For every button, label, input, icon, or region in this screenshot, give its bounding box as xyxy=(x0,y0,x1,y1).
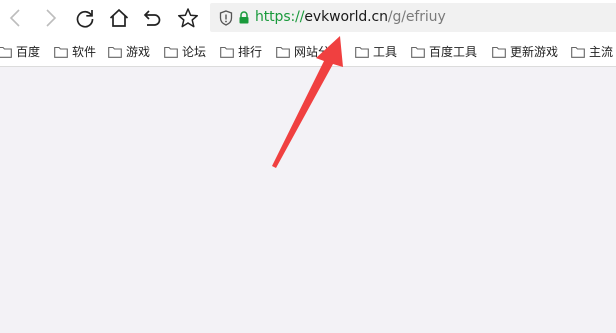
bookmark-folder[interactable]: 主流 xyxy=(571,36,614,66)
home-button[interactable] xyxy=(107,6,131,30)
folder-icon xyxy=(220,46,234,58)
star-icon xyxy=(177,8,199,28)
folder-icon xyxy=(0,46,12,58)
bookmark-folder[interactable]: 软件 xyxy=(54,36,97,66)
bookmark-label: 软件 xyxy=(72,44,97,59)
bookmark-label: 百度工具 xyxy=(429,44,478,59)
undo-icon xyxy=(143,10,161,26)
url-path: /g/efriuy xyxy=(387,9,446,25)
bookmarks-bar: 百度 软件 游戏 论坛 排行 网站分 工具 百度工具 更新游戏 主流 xyxy=(0,36,616,67)
reload-button[interactable] xyxy=(73,6,97,30)
folder-icon xyxy=(355,46,369,58)
bookmark-label: 论坛 xyxy=(182,44,207,59)
lock-icon xyxy=(239,11,249,24)
folder-icon xyxy=(276,46,290,58)
reload-icon xyxy=(76,10,94,28)
bookmark-folder[interactable]: 网站分 xyxy=(276,36,331,66)
bookmark-folder[interactable]: 论坛 xyxy=(164,36,207,66)
folder-icon xyxy=(108,46,122,58)
address-bar[interactable]: https://evkworld.cn/g/efriuy xyxy=(210,3,616,32)
url-host: evkworld.cn xyxy=(304,9,388,25)
back-arrow-icon xyxy=(9,9,20,27)
forward-arrow-icon xyxy=(46,9,57,27)
undo-button[interactable] xyxy=(141,6,165,30)
page-content xyxy=(0,67,616,333)
bookmark-folder[interactable]: 工具 xyxy=(355,36,398,66)
favorite-button[interactable] xyxy=(176,6,200,30)
browser-toolbar: https://evkworld.cn/g/efriuy xyxy=(0,0,616,36)
bookmark-label: 百度 xyxy=(16,44,41,59)
bookmark-label: 更新游戏 xyxy=(510,44,559,59)
home-icon xyxy=(109,8,129,27)
url-text[interactable]: https://evkworld.cn/g/efriuy xyxy=(255,8,446,26)
bookmark-label: 工具 xyxy=(373,44,398,59)
bookmark-label: 网站分 xyxy=(294,44,331,59)
bookmark-folder[interactable]: 百度工具 xyxy=(411,36,478,66)
bookmark-folder[interactable]: 排行 xyxy=(220,36,263,66)
bookmark-folder[interactable]: 更新游戏 xyxy=(492,36,559,66)
url-scheme: https:// xyxy=(255,9,305,25)
folder-icon xyxy=(411,46,425,58)
folder-icon xyxy=(164,46,178,58)
folder-icon xyxy=(54,46,68,58)
bookmark-folder[interactable]: 百度 xyxy=(0,36,41,66)
folder-icon xyxy=(571,46,585,58)
back-button[interactable] xyxy=(4,6,28,30)
bookmark-label: 主流 xyxy=(589,44,614,59)
forward-button[interactable] xyxy=(38,6,62,30)
shield-icon[interactable] xyxy=(219,10,233,26)
bookmark-folder[interactable]: 游戏 xyxy=(108,36,151,66)
folder-icon xyxy=(492,46,506,58)
bookmark-label: 排行 xyxy=(238,44,263,59)
bookmark-label: 游戏 xyxy=(126,44,151,59)
